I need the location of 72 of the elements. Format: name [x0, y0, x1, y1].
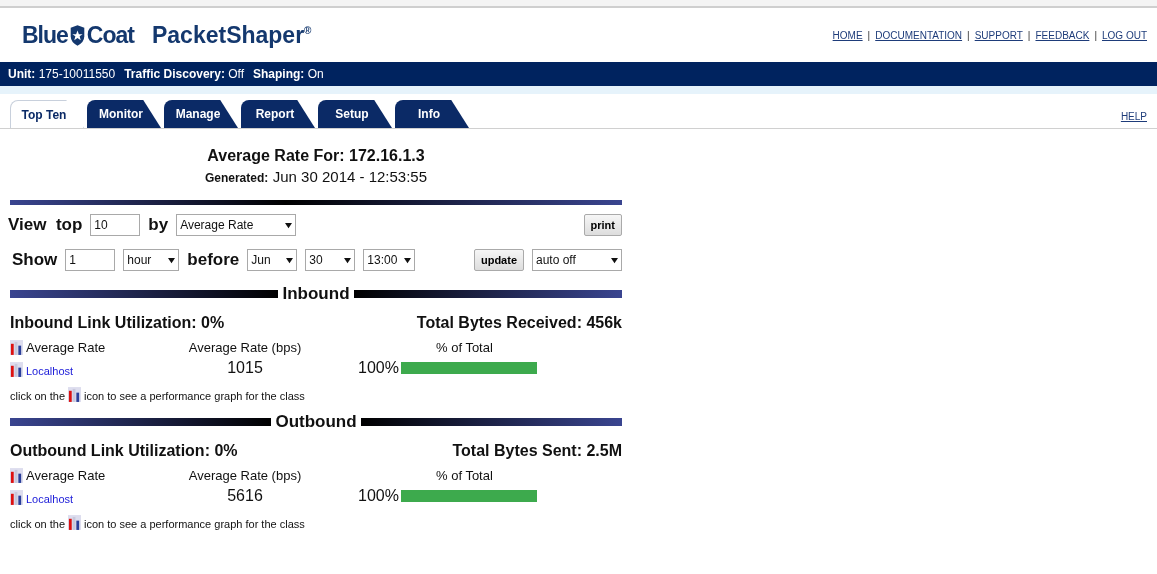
column-header: Average Rate (bps): [187, 340, 303, 355]
caret-icon: [286, 256, 294, 264]
column-header: Average Rate (bps): [187, 468, 303, 483]
caret-icon: [404, 256, 412, 264]
total-bytes: Total Bytes Received: 456k: [416, 314, 622, 332]
column-header: % of Total: [435, 340, 494, 355]
caret-icon: [344, 256, 352, 264]
print-button[interactable]: print: [583, 214, 622, 236]
bar-chart-icon[interactable]: [10, 362, 23, 377]
nav-link[interactable]: HOME: [832, 29, 863, 41]
brand-logo: Blue Coat: [22, 21, 134, 49]
generated-time: Jun 30 2014 - 12:53:55: [272, 168, 428, 185]
show-label: Show: [12, 250, 58, 270]
unit-select[interactable]: hour: [123, 249, 180, 271]
link-separator: |: [1094, 29, 1097, 41]
generated-label: Generated:: [204, 171, 269, 185]
note-text: icon to see a performance graph for the class: [84, 390, 305, 402]
count-field[interactable]: 1: [65, 249, 116, 271]
status-item: Traffic Discovery: Off: [124, 67, 245, 81]
note-text: click on the: [10, 390, 66, 402]
link-separator: |: [967, 29, 970, 41]
rate-value: 1015: [226, 359, 264, 377]
share-percent: 100%: [358, 487, 399, 505]
before-label: before: [187, 250, 240, 270]
tab[interactable]: Top Ten: [10, 100, 84, 128]
update-button[interactable]: update: [473, 249, 524, 271]
note-text: icon to see a performance graph for the class: [84, 518, 305, 530]
status-item: Shaping: On: [253, 67, 324, 81]
note-text: click on the: [10, 518, 66, 530]
sort-select[interactable]: Average Rate: [176, 214, 297, 236]
product-name: PacketShaper$^{®}$: [151, 21, 312, 49]
top-count-field[interactable]: 10: [90, 214, 141, 236]
class-link[interactable]: Localhost: [26, 493, 74, 505]
rate-value: 5616: [226, 487, 264, 505]
caret-icon: [285, 221, 293, 229]
class-link[interactable]: Localhost: [26, 365, 74, 377]
nav-link[interactable]: SUPPORT: [974, 29, 1023, 41]
caret-icon: [168, 256, 176, 264]
nav-link[interactable]: LOG OUT: [1102, 29, 1147, 41]
by-label: by: [148, 215, 169, 235]
tab[interactable]: Monitor: [87, 100, 161, 128]
nav-link[interactable]: DOCUMENTATION: [875, 29, 963, 41]
time-select[interactable]: 13:00: [363, 249, 416, 271]
tab[interactable]: Setup: [318, 100, 392, 128]
status-item: Unit: 175-10011550: [8, 67, 116, 81]
bar-chart-icon: [68, 515, 82, 530]
link-separator: |: [1027, 29, 1031, 41]
tab[interactable]: Report: [241, 100, 315, 128]
month-select[interactable]: Jun: [247, 249, 298, 271]
bar-chart-icon: [10, 468, 23, 483]
report-title: Average Rate For: 172.16.1.3: [206, 147, 426, 165]
bar-chart-icon[interactable]: [10, 490, 23, 505]
link-utilization: Outbound Link Utilization: 0%: [10, 442, 238, 460]
bar-chart-icon: [10, 340, 23, 355]
section-title: Inbound: [282, 284, 350, 304]
column-header: % of Total: [435, 468, 494, 483]
column-header: Average Rate: [26, 468, 106, 483]
view-label: View top: [8, 215, 83, 235]
bar-chart-icon: [68, 387, 82, 402]
column-header: Average Rate: [26, 340, 106, 355]
nav-link[interactable]: FEEDBACK: [1035, 29, 1090, 41]
refresh-select[interactable]: auto off: [532, 249, 622, 271]
share-percent: 100%: [358, 359, 399, 377]
section-title: Outbound: [275, 412, 357, 432]
help-link[interactable]: HELP: [1120, 111, 1147, 122]
caret-icon: [611, 256, 618, 264]
link-separator: |: [867, 29, 871, 41]
day-select[interactable]: 30: [305, 249, 356, 271]
tab[interactable]: Info: [395, 100, 469, 128]
link-utilization: Inbound Link Utilization: 0%: [10, 314, 225, 332]
tab[interactable]: Manage: [164, 100, 238, 128]
total-bytes: Total Bytes Sent: 2.5M: [452, 442, 622, 460]
